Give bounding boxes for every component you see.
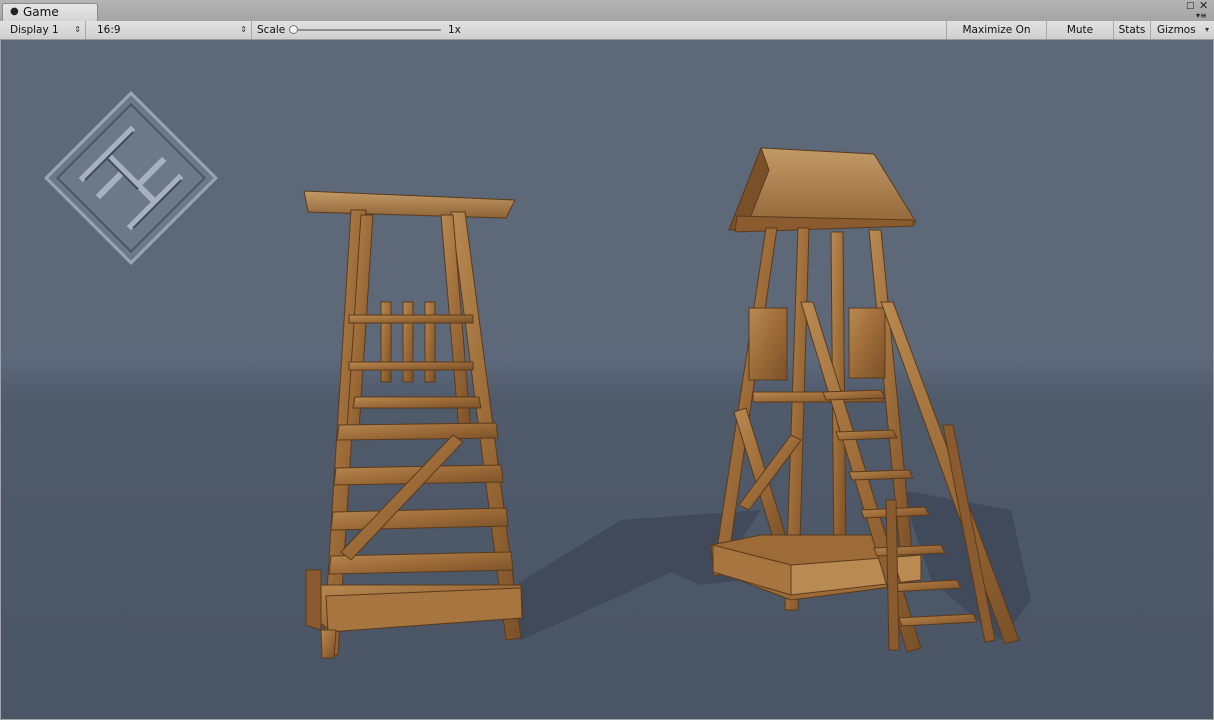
tab-game[interactable]: ● Game	[2, 3, 98, 21]
scale-slider-thumb[interactable]	[289, 25, 298, 34]
tab-menu-icon[interactable]: ▾≡	[1196, 11, 1207, 20]
game-toolbar: Display 1 ⇕ 16:9 ⇕ Scale 1x Maximize On …	[0, 21, 1214, 54]
maximize-on-play-button[interactable]: Maximize On Play	[946, 21, 1046, 54]
right-watchtower	[710, 146, 1020, 653]
mute-audio-button[interactable]: Mute Audio	[1046, 21, 1113, 54]
scale-value: 1x	[448, 24, 461, 36]
dropdown-arrow-icon: ⇕	[240, 25, 247, 34]
dropdown-arrow-icon: ▾	[1204, 25, 1209, 34]
game-controller-icon: ●	[10, 6, 19, 17]
tab-game-label: Game	[23, 5, 59, 19]
dropdown-arrow-icon: ⇕	[74, 25, 81, 34]
aspect-ratio-dropdown[interactable]: 16:9 ⇕	[91, 21, 252, 39]
aspect-ratio-label: 16:9	[97, 24, 121, 36]
unity-game-window: ● Game □ ✕ ▾≡ Display 1 ⇕ 16:9 ⇕ Scale 1…	[0, 0, 1214, 720]
scale-slider-track[interactable]	[293, 29, 441, 31]
scene-render	[44, 91, 1031, 659]
display-dropdown[interactable]: Display 1 ⇕	[4, 21, 86, 39]
display-dropdown-label: Display 1	[10, 24, 59, 36]
tab-bar: ● Game □ ✕ ▾≡	[0, 0, 1214, 22]
scale-label: Scale	[257, 24, 286, 36]
gizmos-label: Gizmos	[1157, 24, 1196, 36]
left-watchtower	[303, 190, 524, 659]
maximize-window-icon[interactable]: □	[1186, 2, 1195, 11]
stats-button[interactable]: Stats	[1113, 21, 1150, 39]
studio-logo-emblem	[44, 91, 218, 265]
gizmos-button[interactable]: Gizmos ▾	[1150, 21, 1212, 39]
game-viewport[interactable]	[1, 40, 1213, 719]
close-window-icon[interactable]: ✕	[1199, 0, 1208, 11]
